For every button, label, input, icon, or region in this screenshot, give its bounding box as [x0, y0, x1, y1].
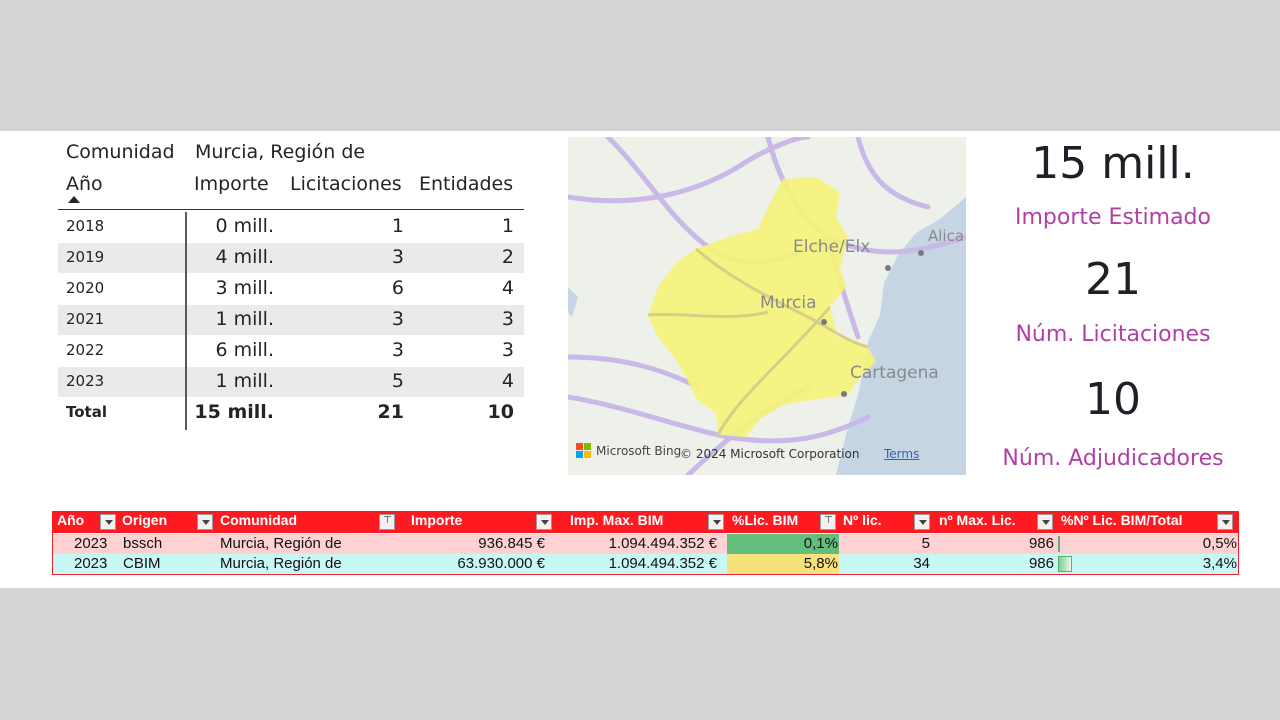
sort-ascending-icon[interactable]	[68, 196, 80, 203]
matrix-total-row: Total 15 mill. 21 10	[58, 398, 524, 428]
entidades-cell: 4	[501, 277, 514, 299]
year-cell: 2018	[66, 217, 105, 235]
kpi-adjudicadores-value: 10	[1085, 374, 1141, 425]
licitaciones-cell: 3	[391, 246, 404, 268]
excel-header-comunidad[interactable]: Comunidad	[217, 511, 297, 533]
microsoft-logo-icon	[576, 443, 592, 459]
map-visual[interactable]: Elche/Elx Alica Murcia Cartagena Microso…	[568, 137, 966, 475]
matrix-row[interactable]: 2023 1 mill. 5 4	[58, 367, 524, 397]
excel-header-importe[interactable]: Importe	[408, 511, 462, 533]
kpi-importe-label: Importe Estimado	[1015, 205, 1211, 230]
entidades-cell: 4	[501, 370, 514, 392]
excel-header-origen[interactable]: Origen	[119, 511, 167, 533]
row-header-comunidad: Comunidad	[66, 141, 175, 163]
kpi-adjudicadores-label: Núm. Adjudicadores	[1002, 446, 1224, 471]
excel-table-border	[52, 533, 1239, 575]
dropdown-arrow-icon[interactable]	[914, 514, 930, 530]
map-terms-link[interactable]: Terms	[884, 447, 919, 461]
column-header-comunidad-value: Murcia, Región de	[195, 141, 366, 163]
map-provider: Microsoft Bing	[596, 444, 682, 458]
dropdown-arrow-icon[interactable]	[197, 514, 213, 530]
sort-filter-icon[interactable]	[820, 514, 836, 530]
column-header-entidades[interactable]: Entidades	[419, 173, 513, 195]
total-licitaciones: 21	[377, 401, 404, 423]
map-label-alicante: Alica	[928, 227, 965, 245]
importe-cell: 6 mill.	[215, 339, 274, 361]
kpi-importe-value: 15 mill.	[1031, 138, 1195, 189]
excel-header-imp-max[interactable]: Imp. Max. BIM	[567, 511, 663, 533]
dropdown-arrow-icon[interactable]	[708, 514, 724, 530]
map-label-elche: Elche/Elx	[793, 237, 871, 257]
total-importe: 15 mill.	[194, 401, 274, 423]
excel-header-n-max[interactable]: nº Max. Lic.	[936, 511, 1016, 533]
importe-cell: 1 mill.	[215, 370, 274, 392]
excel-header-pct-lic[interactable]: %Lic. BIM	[729, 511, 798, 533]
filter-icon[interactable]	[379, 514, 395, 530]
excel-header-anio[interactable]: Año	[54, 511, 84, 533]
matrix-row[interactable]: 2018 0 mill. 1 1	[58, 212, 524, 242]
excel-header-n-lic[interactable]: Nº lic.	[840, 511, 882, 533]
kpi-licitaciones-label: Núm. Licitaciones	[1015, 322, 1211, 347]
year-cell: 2022	[66, 341, 105, 359]
row-header-year[interactable]: Año	[66, 173, 103, 195]
matrix-row[interactable]: 2022 6 mill. 3 3	[58, 336, 524, 366]
dropdown-arrow-icon[interactable]	[536, 514, 552, 530]
year-cell: 2020	[66, 279, 105, 297]
excel-header-pct-total[interactable]: %Nº Lic. BIM/Total	[1058, 511, 1183, 533]
map-label-murcia: Murcia	[760, 293, 817, 313]
total-entidades: 10	[487, 401, 514, 423]
licitaciones-cell: 6	[391, 277, 404, 299]
column-header-importe[interactable]: Importe	[194, 173, 269, 195]
entidades-cell: 3	[501, 308, 514, 330]
licitaciones-cell: 5	[391, 370, 404, 392]
importe-cell: 1 mill.	[215, 308, 274, 330]
importe-cell: 4 mill.	[215, 246, 274, 268]
matrix-row[interactable]: 2021 1 mill. 3 3	[58, 305, 524, 335]
header-divider	[58, 209, 524, 210]
matrix-row[interactable]: 2019 4 mill. 3 2	[58, 243, 524, 273]
licitaciones-cell: 3	[391, 308, 404, 330]
excel-header-row: Año Origen Comunidad Importe Imp. Max. B…	[52, 511, 1239, 533]
total-label: Total	[66, 403, 107, 421]
year-cell: 2023	[66, 372, 105, 390]
importe-cell: 0 mill.	[215, 215, 274, 237]
column-header-licitaciones[interactable]: Licitaciones	[290, 173, 402, 195]
importe-cell: 3 mill.	[215, 277, 274, 299]
year-cell: 2019	[66, 248, 105, 266]
dropdown-arrow-icon[interactable]	[100, 514, 116, 530]
dropdown-arrow-icon[interactable]	[1037, 514, 1053, 530]
entidades-cell: 3	[501, 339, 514, 361]
licitaciones-cell: 3	[391, 339, 404, 361]
year-cell: 2021	[66, 310, 105, 328]
entidades-cell: 2	[501, 246, 514, 268]
row-header-divider	[185, 212, 187, 430]
map-label-cartagena: Cartagena	[850, 363, 939, 383]
licitaciones-cell: 1	[391, 215, 404, 237]
map-copyright: © 2024 Microsoft Corporation	[680, 447, 860, 461]
dropdown-arrow-icon[interactable]	[1217, 514, 1233, 530]
matrix-row[interactable]: 2020 3 mill. 6 4	[58, 274, 524, 304]
entidades-cell: 1	[501, 215, 514, 237]
kpi-licitaciones-value: 21	[1085, 254, 1141, 305]
